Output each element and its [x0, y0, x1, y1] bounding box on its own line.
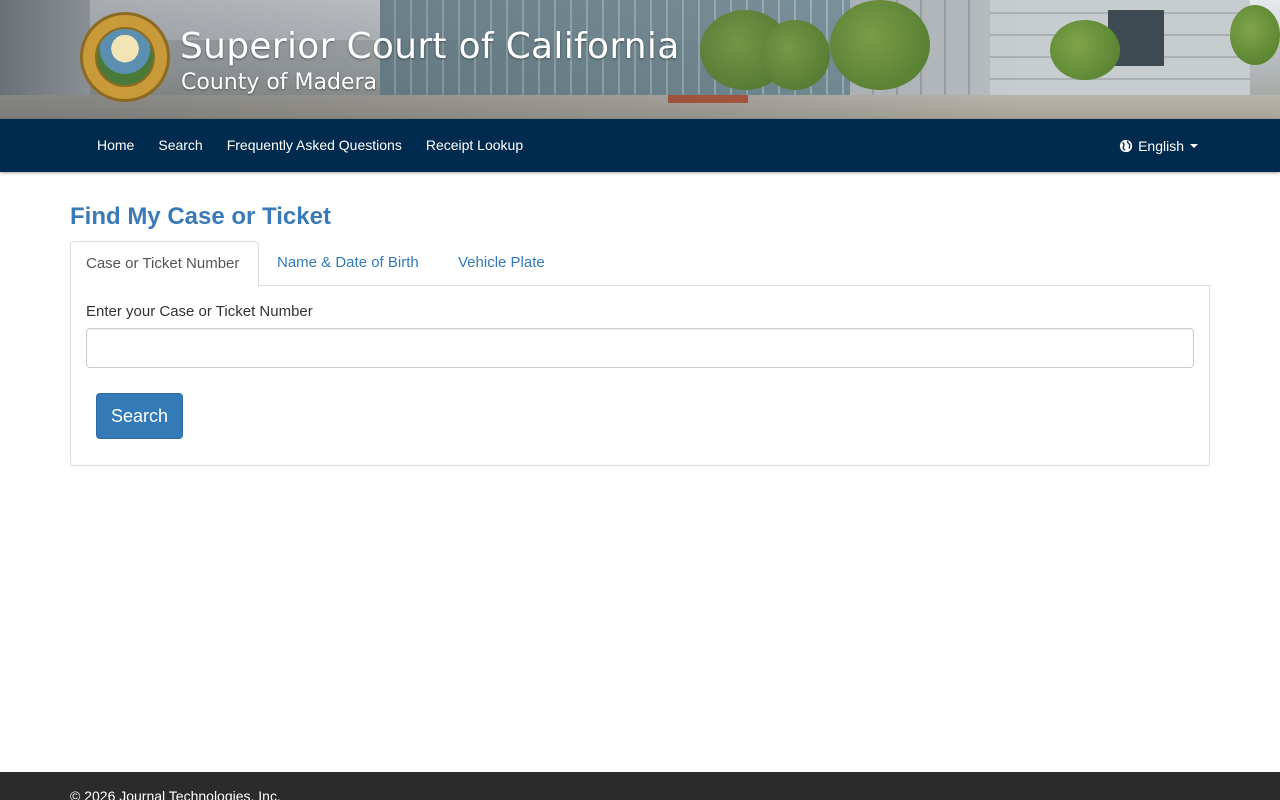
nav-home-link[interactable]: Home: [85, 119, 146, 172]
court-title: Superior Court of California: [180, 26, 680, 67]
case-number-label: Enter your Case or Ticket Number: [86, 303, 313, 320]
seal-emblem-icon: [95, 27, 155, 87]
tab-case-ticket-number[interactable]: Case or Ticket Number: [70, 241, 259, 287]
globe-icon: [1119, 139, 1133, 152]
nav-receipt-lookup-link[interactable]: Receipt Lookup: [414, 119, 535, 172]
caret-down-icon: [1190, 143, 1198, 148]
state-seal-logo: [80, 12, 170, 102]
page-title: Find My Case or Ticket: [70, 203, 331, 230]
language-label: English: [1138, 137, 1184, 154]
language-dropdown[interactable]: English: [1119, 119, 1198, 172]
nav-faq-link[interactable]: Frequently Asked Questions: [215, 119, 414, 172]
search-button[interactable]: Search: [96, 393, 183, 439]
search-panel: Enter your Case or Ticket Number Search: [70, 285, 1210, 466]
main-navbar: Home Search Frequently Asked Questions R…: [0, 119, 1280, 172]
case-number-input[interactable]: [86, 328, 1194, 368]
nav-links: Home Search Frequently Asked Questions R…: [85, 119, 535, 172]
county-subtitle: County of Madera: [181, 70, 378, 95]
header-banner: Superior Court of California County of M…: [0, 0, 1280, 119]
search-tabs: Case or Ticket Number Name & Date of Bir…: [70, 241, 1210, 287]
tab-vehicle-plate[interactable]: Vehicle Plate: [443, 241, 560, 286]
nav-search-link[interactable]: Search: [146, 119, 214, 172]
page-footer: © 2026 Journal Technologies, Inc.: [0, 772, 1280, 800]
copyright-text: © 2026 Journal Technologies, Inc.: [70, 788, 281, 800]
tab-name-date-of-birth[interactable]: Name & Date of Birth: [262, 241, 434, 286]
